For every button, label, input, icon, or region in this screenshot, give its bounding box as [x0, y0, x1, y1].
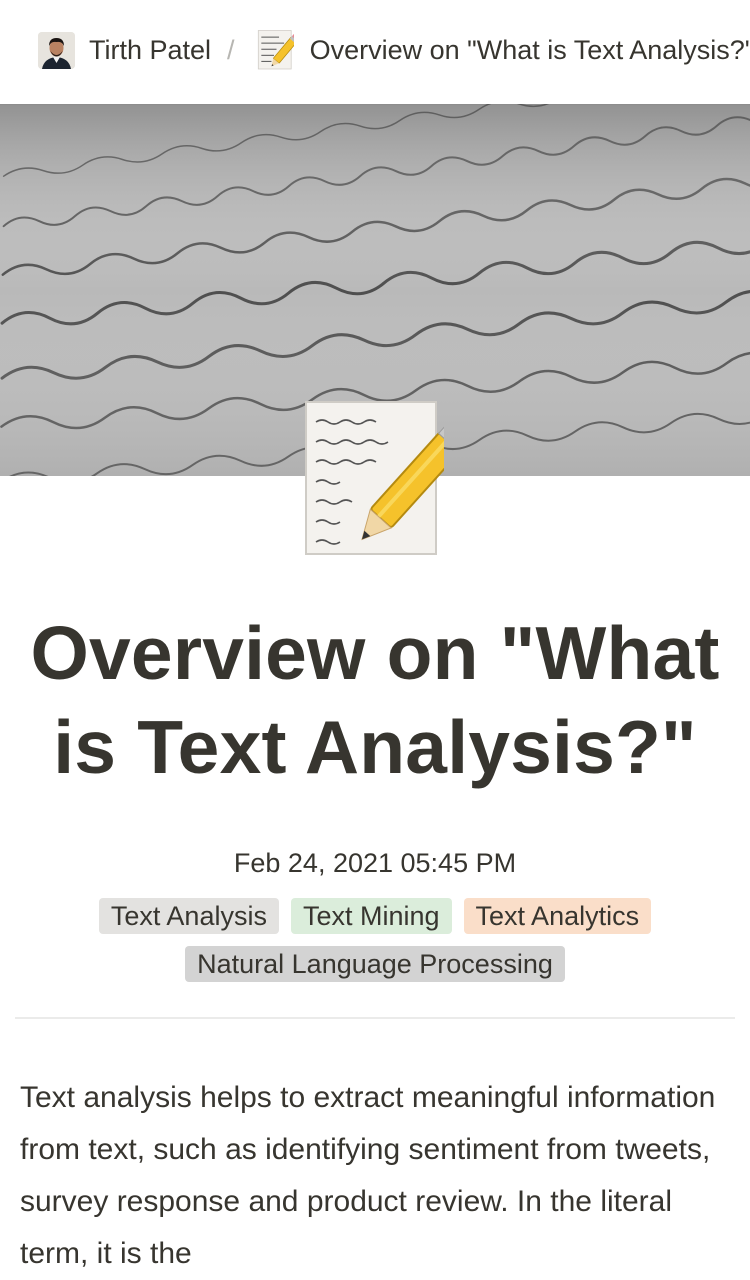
divider	[15, 1017, 735, 1019]
tag-text-mining[interactable]: Text Mining	[290, 898, 452, 934]
body-paragraph: Text analysis helps to extract meaningfu…	[20, 1081, 716, 1270]
memo-pencil-icon	[257, 30, 299, 70]
breadcrumb-page-title[interactable]: Overview on "What is Text Analysis?"	[310, 35, 750, 66]
tag-text-analytics[interactable]: Text Analytics	[463, 898, 652, 934]
avatar[interactable]	[38, 31, 75, 69]
tag-list: Text Analysis Text Mining Text Analytics…	[40, 898, 710, 982]
page-date: Feb 24, 2021 05:45 PM	[233, 848, 517, 878]
tag-natural-language-processing[interactable]: Natural Language Processing	[185, 946, 565, 982]
breadcrumb-author[interactable]: Tirth Patel	[89, 35, 211, 66]
breadcrumb: Tirth Patel / Overview on "What is Text …	[38, 30, 750, 70]
top-bar: Tirth Patel / Overview on "What is Text …	[0, 0, 750, 104]
breadcrumb-separator: /	[227, 34, 235, 65]
page-title: Overview on "What is Text Analysis?"	[30, 611, 720, 789]
tag-text-analysis[interactable]: Text Analysis	[98, 898, 279, 934]
page-icon[interactable]	[304, 400, 474, 558]
